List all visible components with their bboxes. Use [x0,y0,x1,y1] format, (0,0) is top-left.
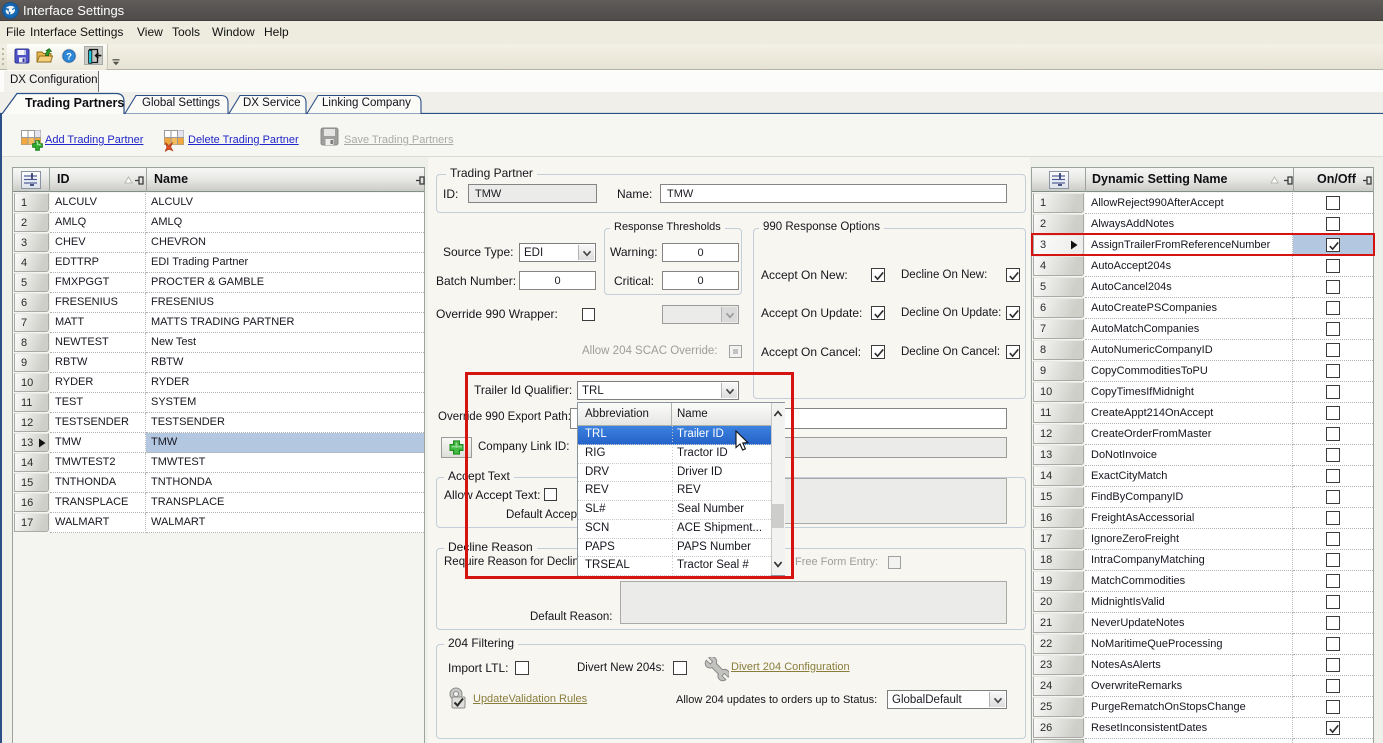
svg-text:?: ? [66,51,72,62]
